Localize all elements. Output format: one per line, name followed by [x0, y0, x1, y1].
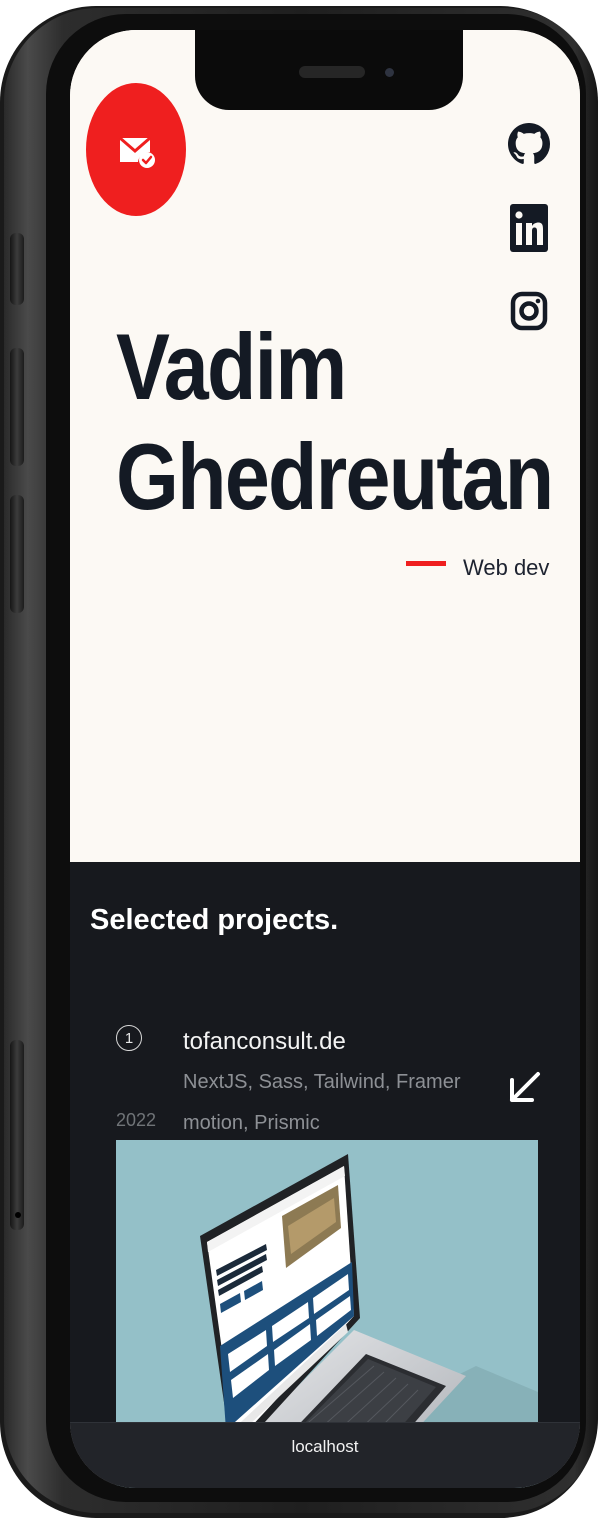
- project-index-badge: 1: [116, 1025, 142, 1051]
- instagram-icon: [510, 291, 548, 331]
- mute-switch: [10, 233, 24, 305]
- github-icon: [508, 123, 550, 164]
- phone-screen: Vadim Ghedreutan Web dev Selected projec…: [70, 30, 580, 1488]
- project-title-link[interactable]: tofanconsult.de: [183, 1028, 346, 1056]
- volume-up-button: [10, 348, 24, 466]
- project-tech-stack: NextJS, Sass, Tailwind, Framer motion, P…: [183, 1071, 461, 1134]
- browser-url-bar[interactable]: localhost: [70, 1422, 580, 1488]
- last-name-heading: Ghedreutan: [116, 424, 554, 529]
- url-text: localhost: [291, 1437, 359, 1456]
- instagram-link[interactable]: [508, 285, 550, 337]
- linkedin-icon: [510, 204, 548, 252]
- contact-mail-button[interactable]: [86, 83, 186, 216]
- notch: [195, 30, 463, 110]
- projects-heading: Selected projects.: [90, 904, 339, 936]
- github-link[interactable]: [508, 118, 550, 170]
- role-label: Web dev: [463, 555, 550, 580]
- arrow-down-left-icon[interactable]: [502, 1066, 546, 1110]
- mail-check-icon: [119, 136, 155, 168]
- earpiece-speaker: [299, 66, 365, 78]
- first-name-heading: Vadim: [116, 314, 347, 419]
- hero-section: Vadim Ghedreutan Web dev: [70, 30, 580, 862]
- front-camera: [385, 68, 394, 77]
- projects-section: Selected projects. 1 2022 tofanconsult.d…: [70, 862, 580, 1488]
- project-year: 2022: [116, 1110, 157, 1130]
- sim-eject-hole: [15, 1212, 21, 1218]
- linkedin-link[interactable]: [508, 202, 550, 254]
- role-accent-line: [406, 561, 446, 566]
- volume-down-button: [10, 495, 24, 613]
- sim-tray: [10, 1040, 24, 1230]
